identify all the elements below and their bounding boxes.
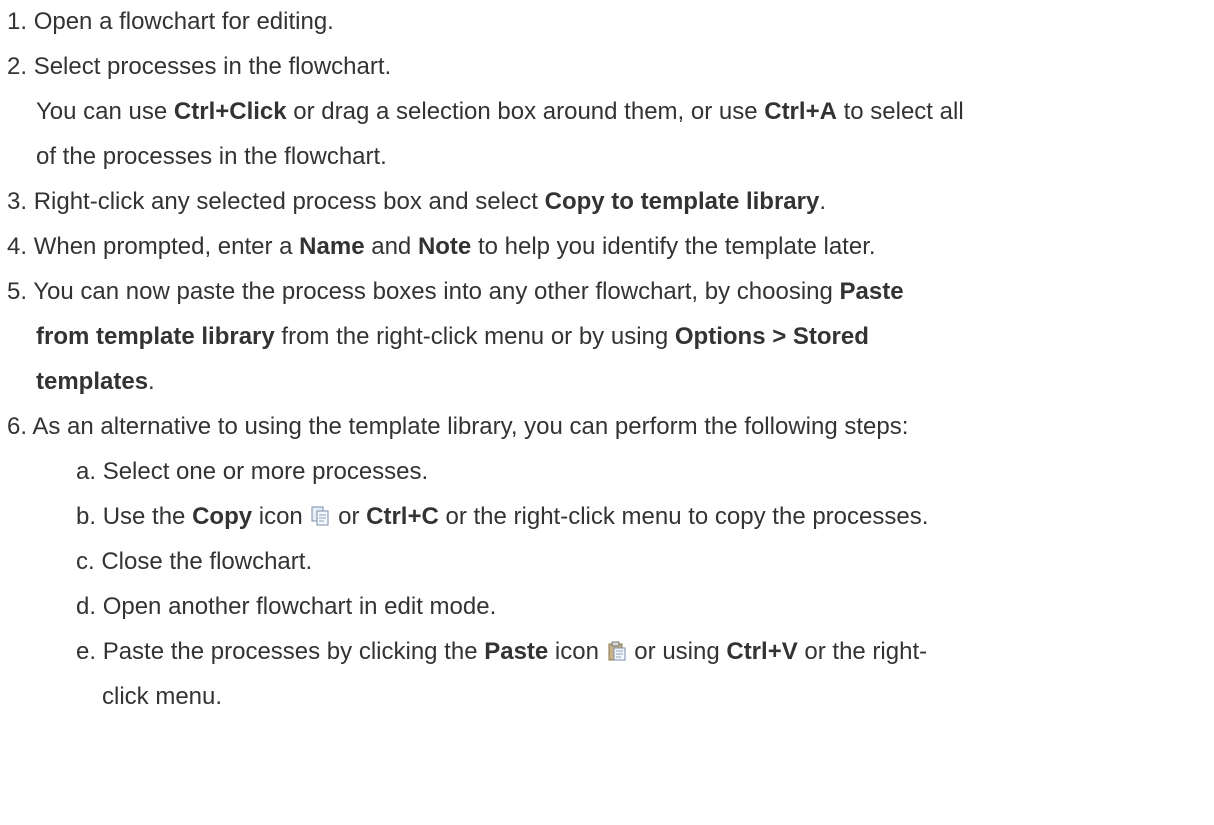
substep-letter: d. xyxy=(76,593,97,620)
paste-label: Paste xyxy=(484,638,549,665)
shortcut-ctrl-click: Ctrl+Click xyxy=(173,98,287,125)
step-number: 1. xyxy=(7,8,28,35)
step-number: 4. xyxy=(7,233,28,260)
substep-c: c. Close the flowchart. xyxy=(76,548,313,575)
copy-icon xyxy=(311,506,329,526)
substep-a: a. Select one or more processes. xyxy=(76,458,429,485)
instructions-document: 1. Open a flowchart for editing. 2. Sele… xyxy=(0,0,1214,825)
menu-templates: templates xyxy=(36,368,149,395)
substep-letter: c. xyxy=(76,548,95,575)
substep-letter: a. xyxy=(76,458,97,485)
shortcut-ctrl-c: Ctrl+C xyxy=(366,503,439,530)
substep-e-line-1: e. Paste the processes by clicking the P… xyxy=(76,638,928,665)
step-2-note-line-1: You can use Ctrl+Click or drag a selecti… xyxy=(36,98,964,125)
step-5-line-2: from template library from the right-cli… xyxy=(36,323,869,350)
field-note: Note xyxy=(417,233,472,260)
field-name: Name xyxy=(299,233,365,260)
copy-label: Copy xyxy=(192,503,253,530)
menu-paste-from-template-library: from template library xyxy=(36,323,275,350)
substep-e-line-2: click menu. xyxy=(102,683,223,710)
step-2-note-line-2: of the processes in the flowchart. xyxy=(36,143,387,170)
substep-d: d. Open another flowchart in edit mode. xyxy=(76,593,497,620)
step-text: Open a flowchart for editing. xyxy=(33,8,334,35)
shortcut-ctrl-a: Ctrl+A xyxy=(764,98,837,125)
step-text: As an alternative to using the template … xyxy=(32,413,909,440)
menu-copy-to-template-library: Copy to template library xyxy=(544,188,820,215)
shortcut-ctrl-v: Ctrl+V xyxy=(726,638,798,665)
menu-options-stored: Options > Stored xyxy=(674,323,869,350)
step-3: 3. Right-click any selected process box … xyxy=(7,188,827,215)
substep-b: b. Use the Copy icon or Ctrl+C or the ri… xyxy=(76,503,929,530)
step-number: 6. xyxy=(7,413,28,440)
step-number: 2. xyxy=(7,53,28,80)
step-1: 1. Open a flowchart for editing. xyxy=(7,0,334,44)
step-4: 4. When prompted, enter a Name and Note … xyxy=(7,233,876,260)
paste-icon xyxy=(608,641,626,661)
step-number: 5. xyxy=(7,278,28,305)
step-2: 2. Select processes in the flowchart. xyxy=(7,45,391,89)
step-5-line-1: 5. You can now paste the process boxes i… xyxy=(7,278,904,305)
step-number: 3. xyxy=(7,188,28,215)
substep-letter: e. xyxy=(76,638,97,665)
substep-letter: b. xyxy=(76,503,97,530)
step-text: Select processes in the flowchart. xyxy=(33,53,392,80)
menu-paste: Paste xyxy=(839,278,904,305)
step-6: 6. As an alternative to using the templa… xyxy=(7,405,908,449)
step-5-line-3: templates. xyxy=(36,368,155,395)
